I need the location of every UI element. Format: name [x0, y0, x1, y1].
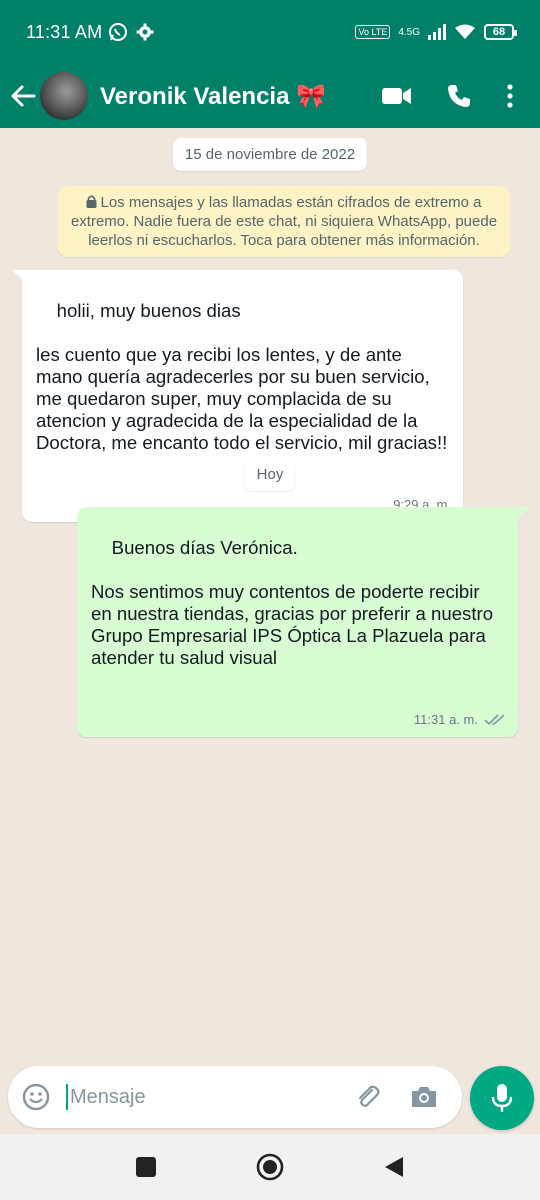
square-icon: [136, 1157, 156, 1177]
settings-gear-icon: [136, 23, 154, 41]
emoji-button[interactable]: [8, 1066, 64, 1128]
back-arrow-icon: [11, 85, 36, 107]
contact-avatar[interactable]: [40, 72, 88, 120]
paperclip-icon: [358, 1085, 380, 1107]
status-time: 11:31 AM: [26, 21, 103, 42]
message-time: 11:31 a. m.: [413, 712, 478, 727]
microphone-icon: [491, 1084, 513, 1112]
incoming-message[interactable]: holii, muy buenos dias les cuento que ya…: [22, 270, 463, 522]
signal-icon: [428, 24, 446, 40]
back-button[interactable]: [6, 64, 40, 128]
text-cursor: [66, 1084, 68, 1110]
voice-message-button[interactable]: [470, 1066, 534, 1130]
whatsapp-icon: [109, 23, 128, 41]
home-circle-icon: [256, 1153, 284, 1181]
today-separator: Hoy: [244, 458, 296, 491]
back-nav-button[interactable]: [332, 1134, 456, 1200]
double-check-icon: [484, 714, 505, 726]
video-camera-icon: [382, 88, 411, 104]
message-text: Buenos días Verónica. Nos sentimos muy c…: [91, 537, 494, 668]
battery-indicator: 68: [484, 24, 517, 40]
chat-header: Veronik Valencia 🎀: [0, 64, 540, 128]
camera-button[interactable]: [396, 1066, 452, 1128]
outgoing-message[interactable]: Buenos días Verónica. Nos sentimos muy c…: [77, 507, 518, 737]
more-vertical-icon: [507, 84, 513, 108]
top-bar: 11:31 AM Vo LTE 4.5G 68 Veronik Valencia…: [0, 0, 540, 128]
date-separator: 15 de noviembre de 2022: [172, 138, 368, 171]
triangle-back-icon: [385, 1157, 403, 1177]
voice-call-button[interactable]: [428, 64, 490, 128]
camera-icon: [412, 1087, 436, 1107]
emoji-icon: [22, 1083, 50, 1111]
more-options-button[interactable]: [490, 64, 530, 128]
network-type: 4.5G: [398, 26, 420, 38]
lock-icon: [86, 195, 97, 208]
message-composer: [8, 1066, 462, 1128]
message-text: holii, muy buenos dias les cuento que ya…: [36, 300, 448, 453]
chat-area[interactable]: 15 de noviembre de 2022 Los mensajes y l…: [0, 128, 540, 1058]
contact-name[interactable]: Veronik Valencia 🎀: [100, 82, 326, 111]
message-input[interactable]: [70, 1085, 340, 1109]
encryption-notice[interactable]: Los mensajes y las llamadas están cifrad…: [58, 186, 510, 257]
wifi-icon: [455, 24, 475, 39]
home-button[interactable]: [208, 1134, 332, 1200]
phone-icon: [448, 85, 470, 107]
bow-emoji: 🎀: [296, 82, 327, 110]
system-navigation-bar: [0, 1134, 540, 1200]
recents-button[interactable]: [84, 1134, 208, 1200]
attach-button[interactable]: [340, 1066, 396, 1128]
volte-icon: Vo LTE: [355, 25, 391, 39]
video-call-button[interactable]: [366, 64, 428, 128]
status-bar: 11:31 AM Vo LTE 4.5G 68: [0, 0, 540, 64]
